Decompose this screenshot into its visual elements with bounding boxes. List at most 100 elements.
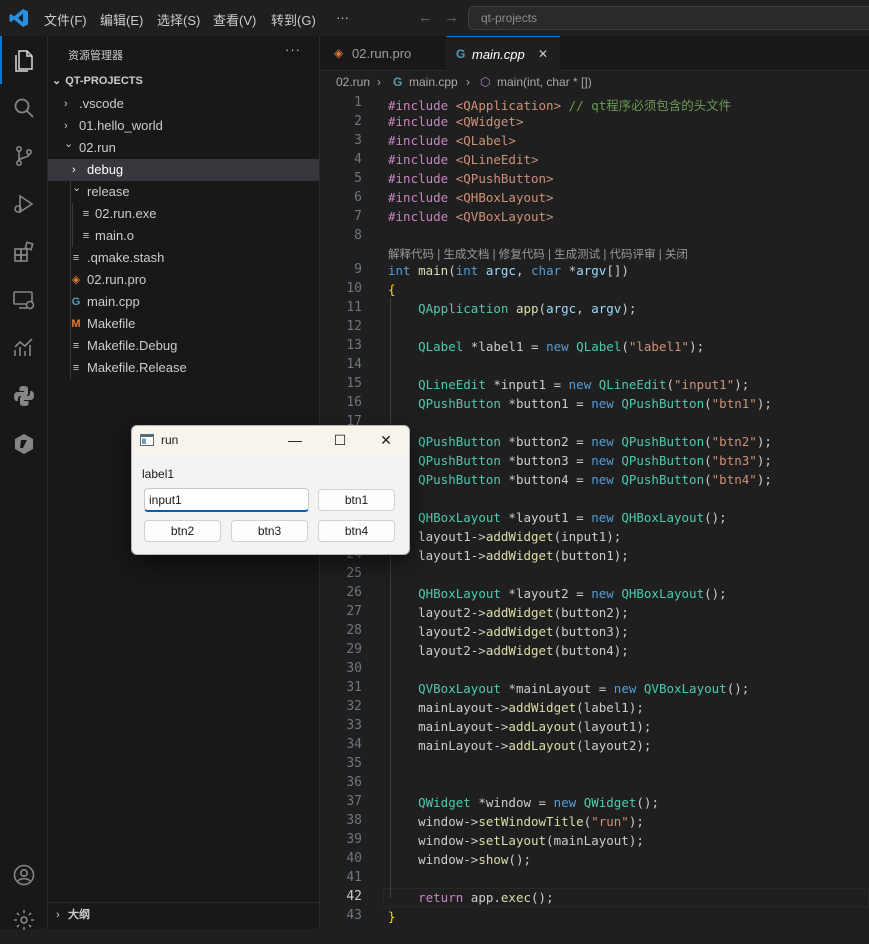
python-icon[interactable] bbox=[0, 372, 48, 420]
explorer-more-actions[interactable]: ··· bbox=[285, 42, 301, 57]
file-lines-icon: ≡ bbox=[72, 340, 80, 352]
cpp-file-icon: G bbox=[456, 47, 466, 61]
tree-item-vscode[interactable]: › .vscode bbox=[48, 93, 319, 115]
tree-item-makefile-debug[interactable]: ≡ Makefile.Debug bbox=[48, 335, 319, 357]
tree-item-debug[interactable]: › debug bbox=[48, 159, 319, 181]
breadcrumb-symbol[interactable]: main(int, char * []) bbox=[497, 71, 592, 93]
code-line: #include <QVBoxLayout> bbox=[388, 209, 554, 224]
ai-codelens-actions[interactable]: 解释代码 | 生成文档 | 修复代码 | 生成测试 | 代码评审 | 关闭 bbox=[388, 246, 688, 262]
line-number: 29 bbox=[346, 642, 362, 657]
code-line: #include <QHBoxLayout> bbox=[388, 190, 554, 205]
code-line: QPushButton *button2 = new QPushButton("… bbox=[418, 434, 772, 449]
chevron-right-icon: › bbox=[56, 909, 60, 921]
tree-item-makefile[interactable]: M Makefile bbox=[48, 313, 319, 335]
extensions-icon[interactable] bbox=[0, 228, 48, 276]
workspace-section[interactable]: ⌄ QT-PROJECTS bbox=[52, 74, 143, 87]
remote-explorer-icon[interactable] bbox=[0, 276, 48, 324]
line-number: 1 bbox=[354, 95, 362, 110]
source-control-icon[interactable] bbox=[0, 132, 48, 180]
line-number: 33 bbox=[346, 718, 362, 733]
run-debug-icon[interactable] bbox=[0, 180, 48, 228]
breadcrumb-folder[interactable]: 02.run bbox=[336, 71, 370, 93]
qt-btn4[interactable]: btn4 bbox=[318, 520, 395, 542]
line-number: 12 bbox=[346, 319, 362, 334]
qt-window-titlebar[interactable]: run — ☐ ✕ bbox=[132, 426, 409, 455]
menu-selection[interactable]: 选择(S) bbox=[157, 10, 200, 29]
tab-main-cpp[interactable]: G main.cpp ✕ bbox=[446, 36, 560, 71]
qt-btn3[interactable]: btn3 bbox=[231, 520, 308, 542]
close-icon[interactable]: ✕ bbox=[372, 430, 400, 450]
qt-btn1[interactable]: btn1 bbox=[318, 489, 395, 511]
settings-gear-icon[interactable] bbox=[0, 896, 48, 944]
qt-btn2[interactable]: btn2 bbox=[144, 520, 221, 542]
tree-item-label: 02.run.pro bbox=[87, 272, 147, 287]
breadcrumb-file[interactable]: main.cpp bbox=[409, 71, 458, 93]
tree-item-label: main.cpp bbox=[87, 294, 140, 309]
tree-item-label: release bbox=[87, 184, 130, 199]
menu-edit[interactable]: 编辑(E) bbox=[100, 10, 143, 29]
tree-item-makefile-release[interactable]: ≡ Makefile.Release bbox=[48, 357, 319, 379]
menu-more[interactable]: ··· bbox=[336, 10, 349, 25]
maximize-icon[interactable]: ☐ bbox=[326, 430, 354, 450]
code-line: #include <QLabel> bbox=[388, 133, 516, 148]
line-number: 40 bbox=[346, 851, 362, 866]
qt-input1[interactable] bbox=[144, 488, 309, 512]
account-icon[interactable] bbox=[0, 851, 48, 899]
line-number: 38 bbox=[346, 813, 362, 828]
explorer-title: 资源管理器 bbox=[68, 50, 123, 62]
title-bar: 文件(F) 编辑(E) 选择(S) 查看(V) 转到(G) ··· ← → qt… bbox=[0, 0, 869, 36]
command-center-search[interactable]: qt-projects bbox=[468, 6, 869, 30]
search-icon[interactable] bbox=[0, 84, 48, 132]
qt-label1: label1 bbox=[142, 467, 175, 481]
code-line: QPushButton *button3 = new QPushButton("… bbox=[418, 453, 772, 468]
line-number: 13 bbox=[346, 338, 362, 353]
code-line: return app.exec(); bbox=[418, 890, 554, 905]
tree-item-release[interactable]: ⌄ release bbox=[48, 181, 319, 203]
outline-section[interactable]: › 大纲 bbox=[48, 902, 319, 927]
line-number: 5 bbox=[354, 171, 362, 186]
qmake-project-icon: ◈ bbox=[334, 46, 344, 60]
code-line: window->setLayout(mainLayout); bbox=[388, 833, 644, 848]
forward-arrow-icon[interactable]: → bbox=[444, 9, 459, 26]
file-lines-icon: ≡ bbox=[72, 252, 80, 264]
line-number: 31 bbox=[346, 680, 362, 695]
extension-cube-icon[interactable] bbox=[0, 420, 48, 468]
menu-file[interactable]: 文件(F) bbox=[44, 10, 87, 29]
tree-item-main-cpp[interactable]: G main.cpp bbox=[48, 291, 319, 313]
editor-tabs: ◈ 02.run.pro G main.cpp ✕ bbox=[320, 36, 869, 71]
vscode-logo-icon[interactable] bbox=[9, 8, 29, 28]
line-number: 32 bbox=[346, 699, 362, 714]
code-line: window->setWindowTitle("run"); bbox=[388, 814, 644, 829]
menu-goto[interactable]: 转到(G) bbox=[271, 10, 316, 29]
tree-item-run-pro[interactable]: ◈ 02.run.pro bbox=[48, 269, 319, 291]
code-line: #include <QWidget> bbox=[388, 114, 524, 129]
tree-item-02-run[interactable]: ⌄ 02.run bbox=[48, 137, 319, 159]
app-window-icon bbox=[140, 434, 154, 446]
code-line: QLabel *label1 = new QLabel("label1"); bbox=[418, 339, 705, 354]
makefile-icon: M bbox=[71, 318, 81, 330]
qt-run-window[interactable]: run — ☐ ✕ label1 btn1 btn2 btn3 btn4 bbox=[131, 425, 410, 555]
tree-item-qmake-stash[interactable]: ≡ .qmake.stash bbox=[48, 247, 319, 269]
code-line: QLineEdit *input1 = new QLineEdit("input… bbox=[418, 377, 750, 392]
code-line: mainLayout->addWidget(label1); bbox=[388, 700, 644, 715]
menu-view[interactable]: 查看(V) bbox=[213, 10, 256, 29]
tree-item-hello-world[interactable]: › 01.hello_world bbox=[48, 115, 319, 137]
code-line: QPushButton *button1 = new QPushButton("… bbox=[418, 396, 772, 411]
line-number: 14 bbox=[346, 357, 362, 372]
code-line: layout2->addWidget(button4); bbox=[388, 643, 629, 658]
back-arrow-icon[interactable]: ← bbox=[418, 9, 433, 26]
code-line: QHBoxLayout *layout1 = new QHBoxLayout()… bbox=[418, 510, 727, 525]
code-line: int main(int argc, char *argv[]) bbox=[388, 263, 629, 278]
line-number: 36 bbox=[346, 775, 362, 790]
tab-run-pro[interactable]: ◈ 02.run.pro bbox=[320, 36, 446, 71]
close-icon[interactable]: ✕ bbox=[538, 37, 548, 72]
line-number: 25 bbox=[346, 566, 362, 581]
line-number: 3 bbox=[354, 133, 362, 148]
outline-title: 大纲 bbox=[68, 909, 90, 921]
tree-item-main-o[interactable]: ≡ main.o bbox=[48, 225, 319, 247]
explorer-icon[interactable] bbox=[0, 36, 48, 84]
charts-icon[interactable] bbox=[0, 324, 48, 372]
minimize-icon[interactable]: — bbox=[281, 430, 309, 450]
code-line: #include <QApplication> // qt程序必须包含的头文件 bbox=[388, 98, 732, 113]
tree-item-run-exe[interactable]: ≡ 02.run.exe bbox=[48, 203, 319, 225]
